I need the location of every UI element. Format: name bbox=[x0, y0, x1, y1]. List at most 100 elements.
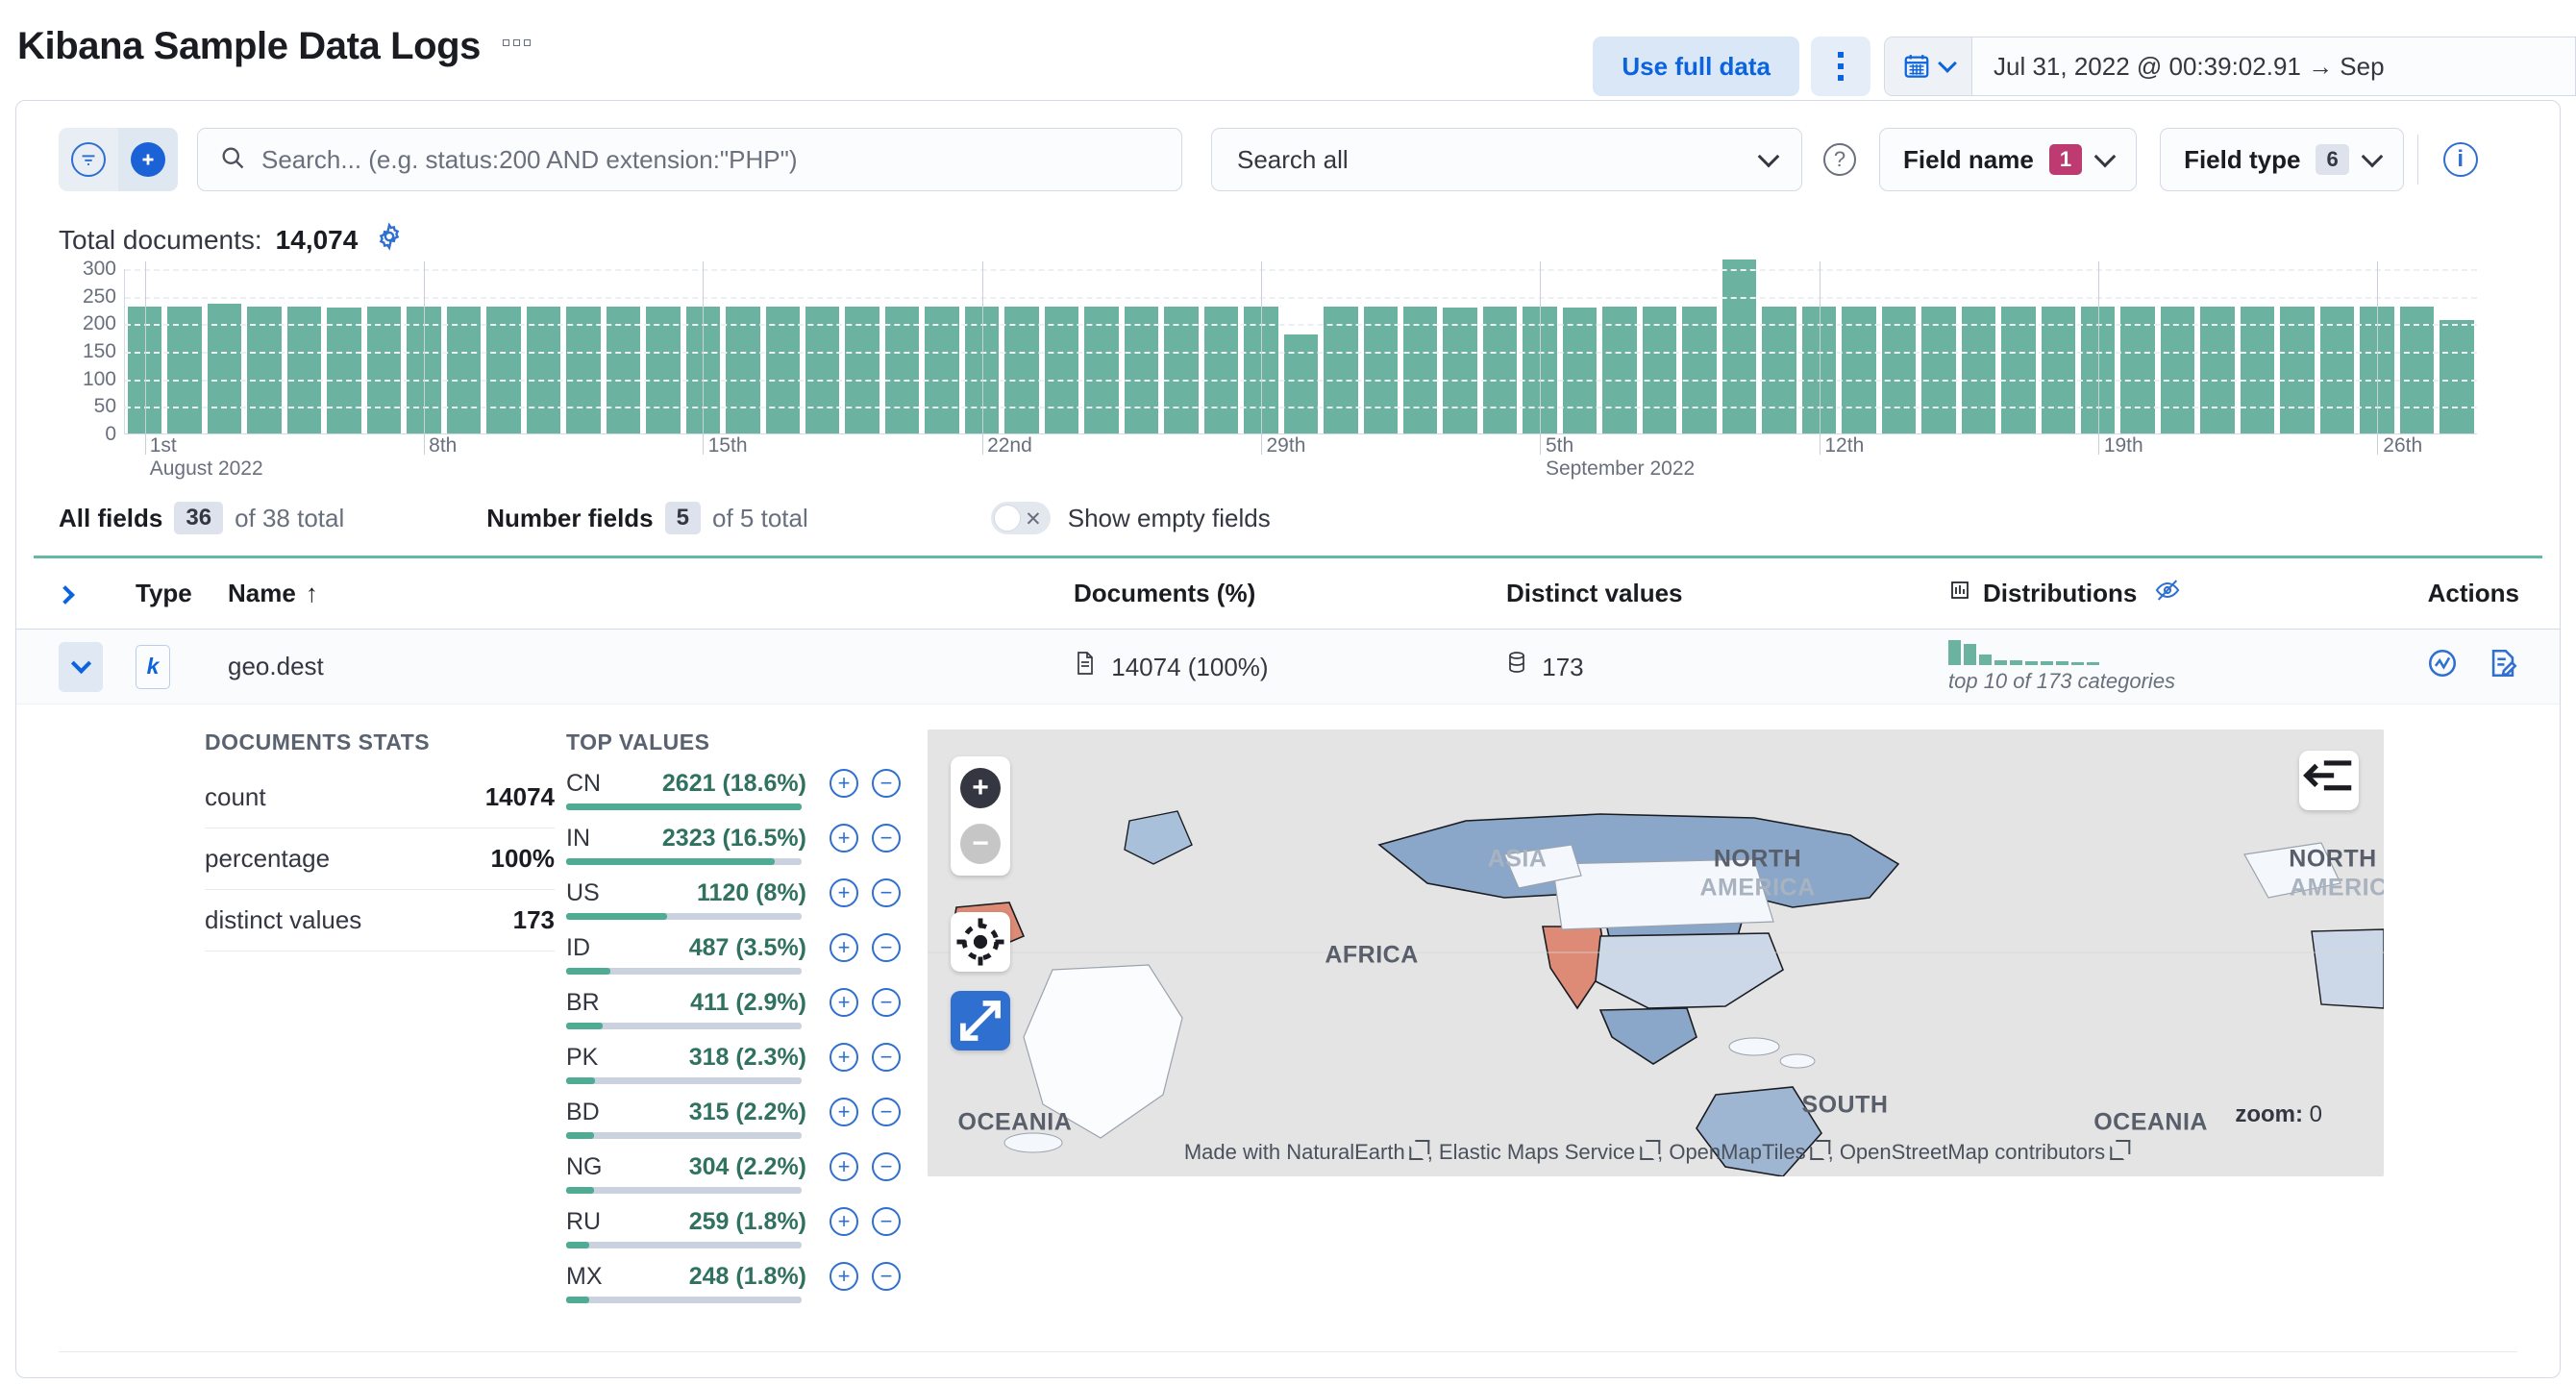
search-scope-select[interactable]: Search all bbox=[1211, 128, 1802, 191]
external-link-icon bbox=[2110, 1140, 2131, 1160]
database-icon bbox=[1506, 652, 1534, 681]
distribution-bar bbox=[1994, 659, 2007, 665]
x-tick-label: 5th September 2022 bbox=[1545, 434, 1696, 480]
map-zoom-controls[interactable]: + − bbox=[951, 756, 1010, 876]
minus-circle-icon[interactable]: − bbox=[872, 1043, 901, 1072]
plus-circle-icon[interactable]: + bbox=[830, 1262, 858, 1291]
top-value-item: IN 2323 (16.5%) + − bbox=[566, 824, 901, 865]
field-name-filter[interactable]: Field name 1 bbox=[1879, 128, 2138, 191]
expand-all-toggle[interactable] bbox=[56, 579, 136, 608]
plus-circle-icon[interactable]: + bbox=[830, 1098, 858, 1126]
filter-icon[interactable] bbox=[59, 128, 118, 191]
attribution-link[interactable]: Made with NaturalEarth bbox=[1184, 1140, 1405, 1164]
column-header-actions: Actions bbox=[2427, 579, 2519, 607]
field-type-filter[interactable]: Field type 6 bbox=[2160, 128, 2404, 191]
vertical-dots-icon[interactable] bbox=[1811, 37, 1870, 96]
add-filter-button[interactable] bbox=[118, 128, 178, 191]
column-header-name[interactable]: Name ↑ bbox=[228, 579, 1074, 608]
top-value-key: MX bbox=[566, 1262, 603, 1290]
date-range-text[interactable]: Jul 31, 2022 @ 00:39:02.91 → Sep bbox=[1972, 37, 2406, 95]
minus-icon[interactable]: − bbox=[960, 824, 1001, 864]
x-tick-line bbox=[2377, 261, 2379, 455]
plus-circle-icon[interactable]: + bbox=[830, 1207, 858, 1236]
field-name-cell[interactable]: geo.dest bbox=[228, 652, 1074, 681]
minus-circle-icon[interactable]: − bbox=[872, 1098, 901, 1126]
minus-circle-icon[interactable]: − bbox=[872, 1262, 901, 1291]
chevron-down-icon bbox=[1938, 54, 1957, 73]
plus-circle-icon[interactable]: + bbox=[830, 988, 858, 1017]
chevron-down-icon bbox=[70, 653, 91, 674]
top-value-count: 411 (2.9%) bbox=[690, 988, 806, 1016]
histogram-bar[interactable] bbox=[1562, 307, 1598, 433]
column-header-distributions[interactable]: Distributions bbox=[1948, 577, 2410, 610]
minus-circle-icon[interactable]: − bbox=[872, 1152, 901, 1181]
analyze-icon[interactable] bbox=[2426, 649, 2465, 685]
plus-icon[interactable]: + bbox=[960, 768, 1001, 808]
histogram-bar[interactable] bbox=[327, 308, 361, 433]
minus-circle-icon[interactable]: − bbox=[872, 933, 901, 962]
y-tick-label: 150 bbox=[82, 340, 116, 362]
top-value-item: MX 248 (1.8%) + − bbox=[566, 1262, 901, 1303]
question-circle-icon[interactable]: ? bbox=[1823, 143, 1856, 176]
top-value-count: 1120 (8%) bbox=[697, 878, 806, 906]
search-input[interactable] bbox=[261, 144, 1160, 175]
plus-circle-icon[interactable]: + bbox=[830, 1043, 858, 1072]
eye-slash-icon[interactable] bbox=[2154, 577, 2181, 610]
column-header-type[interactable]: Type bbox=[136, 579, 228, 608]
attribution-link[interactable]: , OpenMapTiles bbox=[1657, 1140, 1805, 1164]
top-value-bar-fill bbox=[566, 803, 802, 810]
column-header-distinct[interactable]: Distinct values bbox=[1506, 579, 1948, 608]
minus-circle-icon[interactable]: − bbox=[872, 769, 901, 798]
plus-circle-icon[interactable]: + bbox=[830, 933, 858, 962]
column-header-name-label: Name bbox=[228, 579, 296, 607]
choropleth-map[interactable]: + − NORTH AMERICA NORTH AMERI ASIA AFRIC… bbox=[928, 729, 2384, 1176]
number-fields-count: 5 bbox=[664, 502, 701, 534]
top-value-bar-track bbox=[566, 913, 802, 920]
plus-circle-icon[interactable]: + bbox=[830, 769, 858, 798]
plus-circle-icon[interactable]: + bbox=[830, 824, 858, 853]
stat-label: count bbox=[205, 782, 266, 811]
histogram-bar[interactable] bbox=[2440, 320, 2474, 433]
table-row[interactable]: k geo.dest 14074 (100%) 173 top 10 of 17… bbox=[16, 630, 2560, 704]
number-fields-label[interactable]: Number fields bbox=[486, 504, 653, 533]
edit-document-icon[interactable] bbox=[2487, 649, 2519, 685]
distinct-value: 173 bbox=[1542, 653, 1584, 681]
minus-circle-icon[interactable]: − bbox=[872, 1207, 901, 1236]
collapse-legend-icon[interactable] bbox=[2299, 751, 2359, 810]
top-value-item: BD 315 (2.2%) + − bbox=[566, 1098, 901, 1139]
top-value-bar-track bbox=[566, 1132, 802, 1139]
info-circle-icon[interactable]: i bbox=[2442, 142, 2478, 177]
plus-circle-icon[interactable]: + bbox=[830, 878, 858, 907]
minus-circle-icon[interactable]: − bbox=[872, 824, 901, 853]
histogram-bar[interactable] bbox=[1283, 334, 1319, 433]
plus-circle-icon[interactable]: + bbox=[830, 1152, 858, 1181]
gridline bbox=[125, 352, 2477, 354]
distribution-bar bbox=[2025, 660, 2038, 665]
stat-label: distinct values bbox=[205, 905, 362, 934]
date-range-picker[interactable]: Jul 31, 2022 @ 00:39:02.91 → Sep bbox=[1884, 37, 2576, 96]
row-collapse-button[interactable] bbox=[59, 641, 103, 692]
ellipsis-icon[interactable] bbox=[502, 39, 531, 47]
column-header-documents[interactable]: Documents (%) bbox=[1074, 579, 1506, 608]
x-tick-label: 19th bbox=[2103, 434, 2143, 457]
histogram-bar[interactable] bbox=[1443, 307, 1477, 433]
documents-value: 14074 (100%) bbox=[1111, 653, 1269, 681]
use-full-data-button[interactable]: Use full data bbox=[1593, 37, 1799, 96]
histogram-bar[interactable] bbox=[207, 303, 242, 433]
all-fields-label[interactable]: All fields bbox=[59, 504, 162, 533]
gear-icon[interactable] bbox=[375, 222, 404, 258]
x-tick-label: 15th bbox=[707, 434, 748, 457]
minus-circle-icon[interactable]: − bbox=[872, 988, 901, 1017]
top-value-bar-fill bbox=[566, 1023, 604, 1029]
distribution-bar bbox=[1948, 639, 1961, 665]
minus-circle-icon[interactable]: − bbox=[872, 878, 901, 907]
attribution-link[interactable]: , OpenStreetMap contributors bbox=[1828, 1140, 2106, 1164]
show-empty-fields-toggle[interactable]: ✕ bbox=[990, 502, 1051, 534]
calendar-icon[interactable] bbox=[1885, 37, 1972, 95]
expand-arrows-icon[interactable] bbox=[951, 991, 1010, 1050]
top-value-count: 2621 (18.6%) bbox=[661, 769, 806, 797]
search-bar[interactable] bbox=[197, 128, 1182, 191]
crosshairs-icon[interactable] bbox=[951, 912, 1010, 972]
distribution-bar bbox=[2010, 659, 2022, 665]
attribution-link[interactable]: , Elastic Maps Service bbox=[1427, 1140, 1635, 1164]
